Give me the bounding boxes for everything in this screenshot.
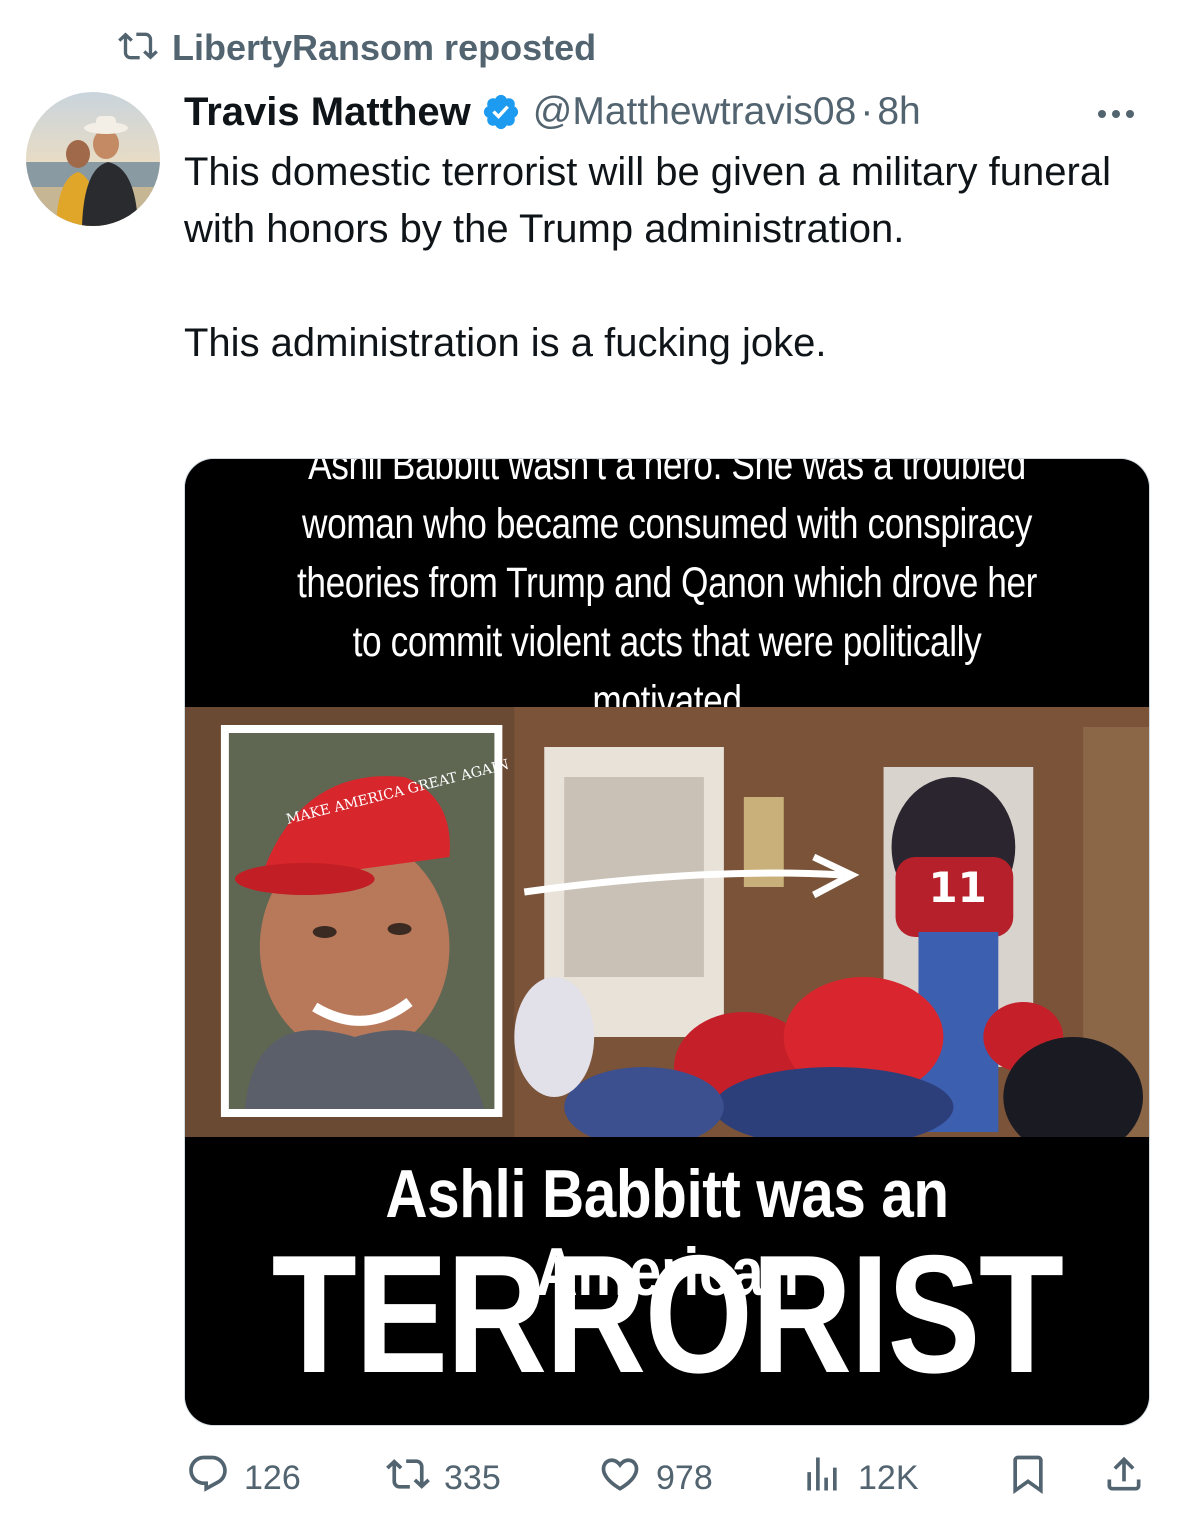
- share-button[interactable]: [1102, 1452, 1146, 1505]
- bookmark-icon: [1006, 1452, 1050, 1505]
- avatar[interactable]: [26, 92, 160, 226]
- repost-indicator[interactable]: LibertyRansom reposted: [118, 26, 596, 70]
- media-top-caption: Ashli Babbitt wasn’t a hero. She was a t…: [296, 458, 1038, 725]
- media-photo: 11 MAKE AMERICA GREAT AGAIN: [185, 707, 1149, 1137]
- repost-label[interactable]: LibertyRansom reposted: [172, 27, 596, 69]
- share-icon: [1102, 1452, 1146, 1505]
- reply-icon: [186, 1452, 230, 1505]
- tweet-paragraph-2: This administration is a fucking joke.: [184, 321, 827, 365]
- repost-count: 335: [444, 1458, 501, 1497]
- retweet-icon: [118, 26, 158, 71]
- reply-count: 126: [244, 1458, 301, 1497]
- media-bottom-caption-area: Ashli Babbitt was an American TERRORIST: [185, 1137, 1149, 1425]
- author-name[interactable]: Travis Matthew: [184, 90, 471, 135]
- repost-button[interactable]: 335: [386, 1452, 501, 1505]
- tweet-paragraph-1: This domestic terrorist will be given a …: [184, 150, 1111, 251]
- retweet-icon: [386, 1452, 430, 1505]
- bookmark-button[interactable]: [1006, 1452, 1050, 1505]
- separator-dot: ·: [860, 90, 874, 133]
- tweet-action-bar: 126 335 978 12K: [186, 1450, 1146, 1506]
- post-time[interactable]: 8h: [877, 90, 920, 134]
- like-button[interactable]: 978: [598, 1452, 713, 1505]
- jersey-number: 11: [928, 863, 986, 912]
- tweet-header: Travis Matthew @Matthewtravis08 · 8h: [184, 84, 1149, 140]
- views-count: 12K: [858, 1458, 919, 1497]
- heart-icon: [598, 1452, 642, 1505]
- media-bottom-line-2: TERRORIST: [271, 1220, 1064, 1408]
- reply-button[interactable]: 126: [186, 1452, 301, 1505]
- more-options-icon[interactable]: [1091, 92, 1141, 132]
- analytics-icon: [800, 1452, 844, 1505]
- verified-badge-icon[interactable]: [481, 92, 521, 132]
- tweet-media-image[interactable]: Ashli Babbitt wasn’t a hero. She was a t…: [184, 458, 1150, 1426]
- like-count: 978: [656, 1458, 713, 1497]
- views-button[interactable]: 12K: [800, 1452, 919, 1505]
- media-top-caption-area: Ashli Babbitt wasn’t a hero. She was a t…: [185, 459, 1149, 725]
- tweet-text: This domestic terrorist will be given a …: [184, 144, 1144, 372]
- author-handle[interactable]: @Matthewtravis08: [533, 90, 857, 134]
